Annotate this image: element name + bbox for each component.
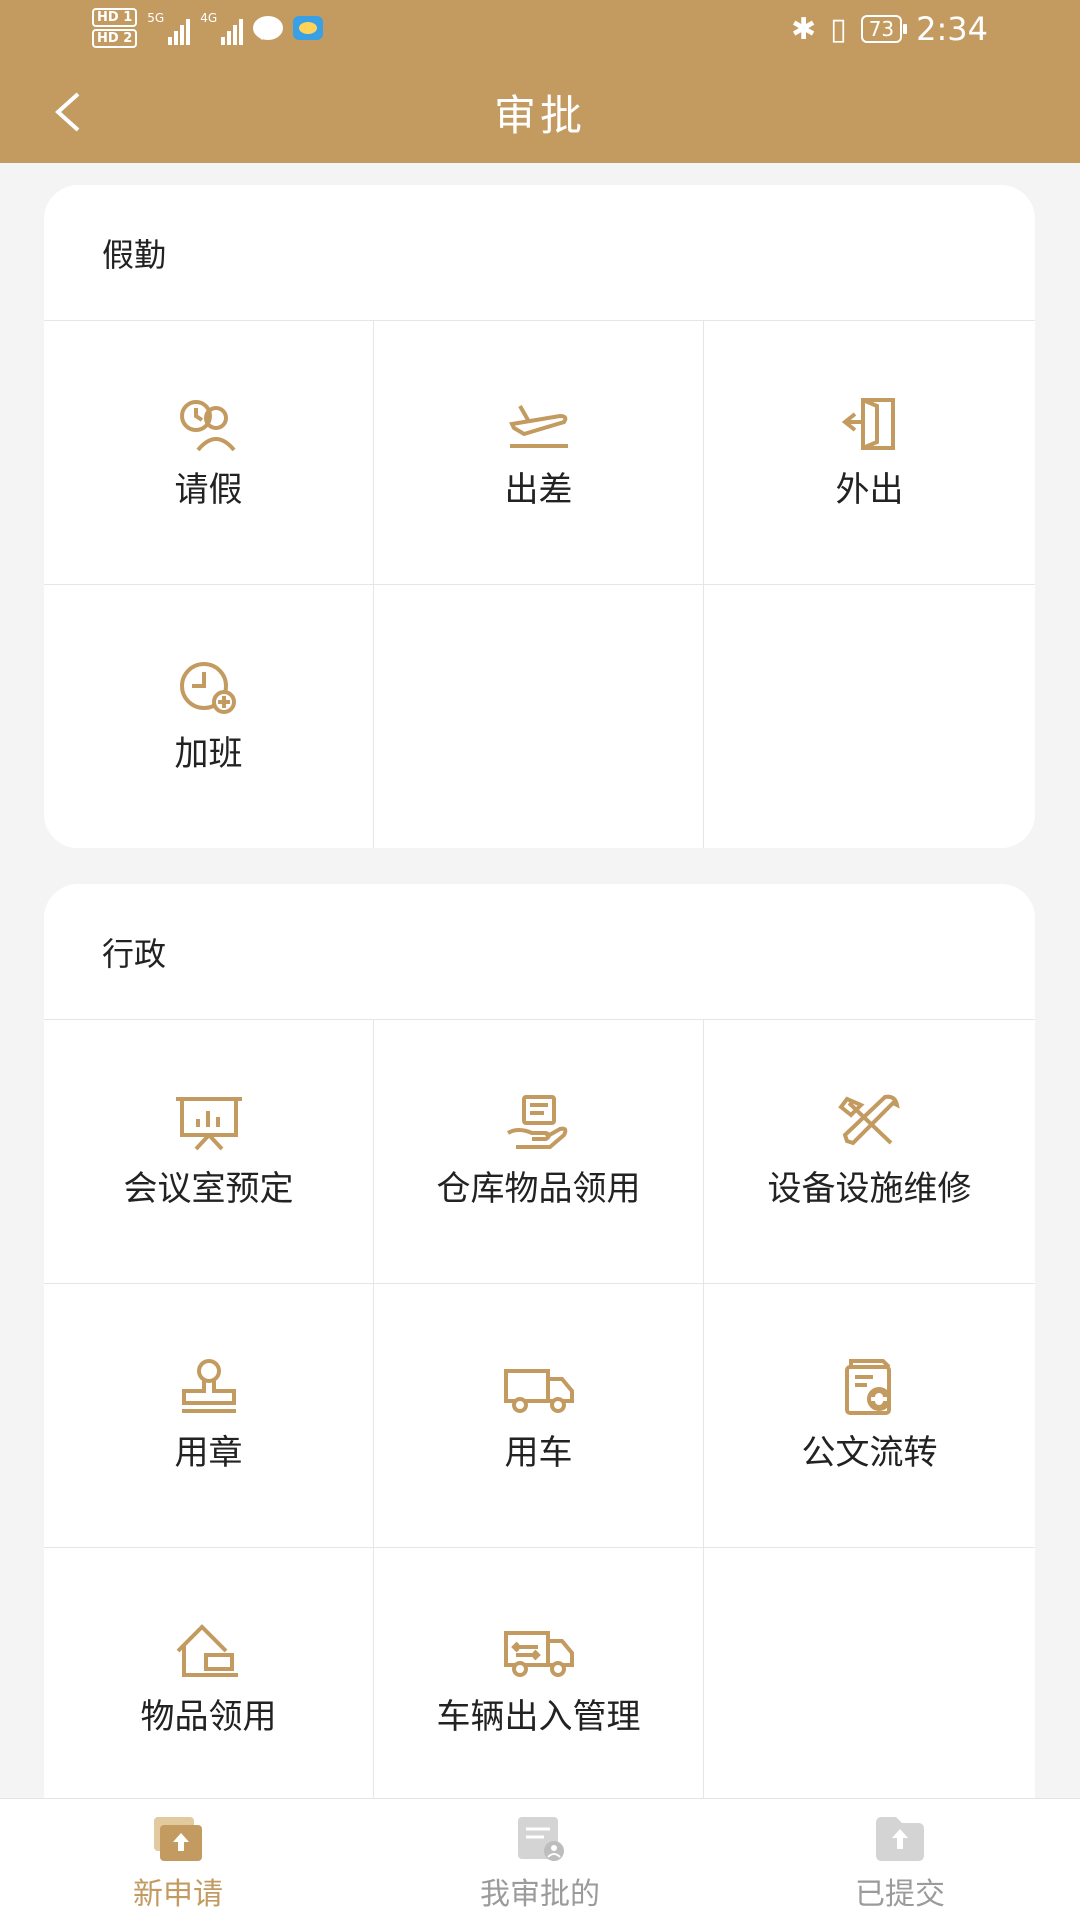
section-grid: 请假 出差 外出 加班 <box>44 321 1035 848</box>
item-label: 公文流转 <box>801 1433 938 1473</box>
message-icon <box>253 16 284 40</box>
item-label: 用章 <box>174 1433 243 1473</box>
bluetooth-icon: ✱ <box>791 11 817 47</box>
battery-level: 73 <box>868 17 895 41</box>
item-goods-requisition[interactable]: 物品领用 <box>44 1548 374 1812</box>
status-time: 2:34 <box>916 10 988 48</box>
tab-my-approvals[interactable]: 我审批的 <box>440 1799 640 1920</box>
battery-icon: 73 <box>860 15 908 43</box>
presentation-board-icon <box>175 1097 242 1151</box>
hd2-badge: HD 2 <box>92 29 138 48</box>
page-title: 审批 <box>493 91 586 140</box>
app-header: HD 1 HD 2 5G 4G ✱ ▯ 73 2:34 审批 <box>0 0 1080 163</box>
leave-icon <box>179 400 236 452</box>
item-label: 外出 <box>835 470 904 510</box>
signal-4g-icon: 4G <box>200 11 244 45</box>
vibrate-icon: ▯ <box>830 11 847 47</box>
tab-label: 已提交 <box>855 1877 945 1912</box>
item-vehicle-usage[interactable]: 用车 <box>374 1284 704 1548</box>
item-document-circulation[interactable]: 公文流转 <box>704 1284 1035 1548</box>
item-label: 用车 <box>504 1433 573 1473</box>
section-administration: 行政 会议室预定 仓库物品领用 设备设施维修 用章 用车 公文流转 物品领用 车… <box>44 884 1035 1920</box>
item-label: 会议室预定 <box>123 1169 294 1209</box>
item-label: 物品领用 <box>140 1697 277 1737</box>
item-label: 仓库物品领用 <box>436 1169 641 1209</box>
hand-receive-icon <box>506 1095 567 1149</box>
item-label: 车辆出入管理 <box>436 1697 641 1737</box>
tab-submitted[interactable]: 已提交 <box>800 1799 1000 1920</box>
item-label: 加班 <box>174 734 243 774</box>
section-title: 假勤 <box>44 185 1035 321</box>
item-vehicle-access-management[interactable]: 车辆出入管理 <box>374 1548 704 1812</box>
bottom-tab-bar: 新申请 我审批的 已提交 <box>0 1798 1080 1920</box>
empty-cell <box>704 585 1035 848</box>
empty-cell <box>374 585 704 848</box>
item-seal-usage[interactable]: 用章 <box>44 1284 374 1548</box>
tools-icon <box>837 1094 900 1146</box>
signal-5g-icon: 5G <box>147 11 191 45</box>
airplane-icon <box>508 405 568 448</box>
clock-plus-icon <box>179 662 236 714</box>
section-grid: 会议室预定 仓库物品领用 设备设施维修 用章 用车 公文流转 物品领用 车辆出入… <box>44 1020 1035 1812</box>
empty-cell <box>704 1548 1035 1812</box>
status-right: ✱ ▯ 73 2:34 <box>791 10 988 48</box>
hd-indicators: HD 1 HD 2 <box>92 8 138 48</box>
item-equipment-repair[interactable]: 设备设施维修 <box>704 1020 1035 1284</box>
document-refresh-icon <box>844 1359 891 1415</box>
stamp-icon <box>181 1359 236 1413</box>
truck-arrows-icon <box>503 1631 574 1677</box>
item-warehouse-requisition[interactable]: 仓库物品领用 <box>374 1020 704 1284</box>
section-attendance: 假勤 请假 出差 外出 加班 <box>44 185 1035 848</box>
door-exit-icon <box>841 398 895 450</box>
weather-icon <box>293 16 324 40</box>
hd1-badge: HD 1 <box>92 8 138 27</box>
item-go-out[interactable]: 外出 <box>704 321 1035 585</box>
item-label: 出差 <box>504 470 573 510</box>
house-box-icon <box>176 1624 238 1677</box>
item-meeting-room-booking[interactable]: 会议室预定 <box>44 1020 374 1284</box>
item-business-trip[interactable]: 出差 <box>374 321 704 585</box>
tab-new-request[interactable]: 新申请 <box>78 1799 278 1920</box>
status-left: HD 1 HD 2 5G 4G <box>92 8 324 48</box>
my-approvals-icon <box>518 1817 564 1861</box>
item-overtime[interactable]: 加班 <box>44 585 374 848</box>
section-title: 行政 <box>44 884 1035 1020</box>
status-bar: HD 1 HD 2 5G 4G ✱ ▯ 73 2:34 <box>0 0 1080 58</box>
item-label: 请假 <box>174 470 243 510</box>
tab-label: 新申请 <box>133 1877 223 1912</box>
new-request-icon <box>154 1817 202 1861</box>
tab-label: 我审批的 <box>480 1877 600 1912</box>
truck-icon <box>503 1369 574 1413</box>
submitted-icon <box>876 1817 924 1861</box>
item-label: 设备设施维修 <box>767 1169 972 1209</box>
item-leave[interactable]: 请假 <box>44 321 374 585</box>
